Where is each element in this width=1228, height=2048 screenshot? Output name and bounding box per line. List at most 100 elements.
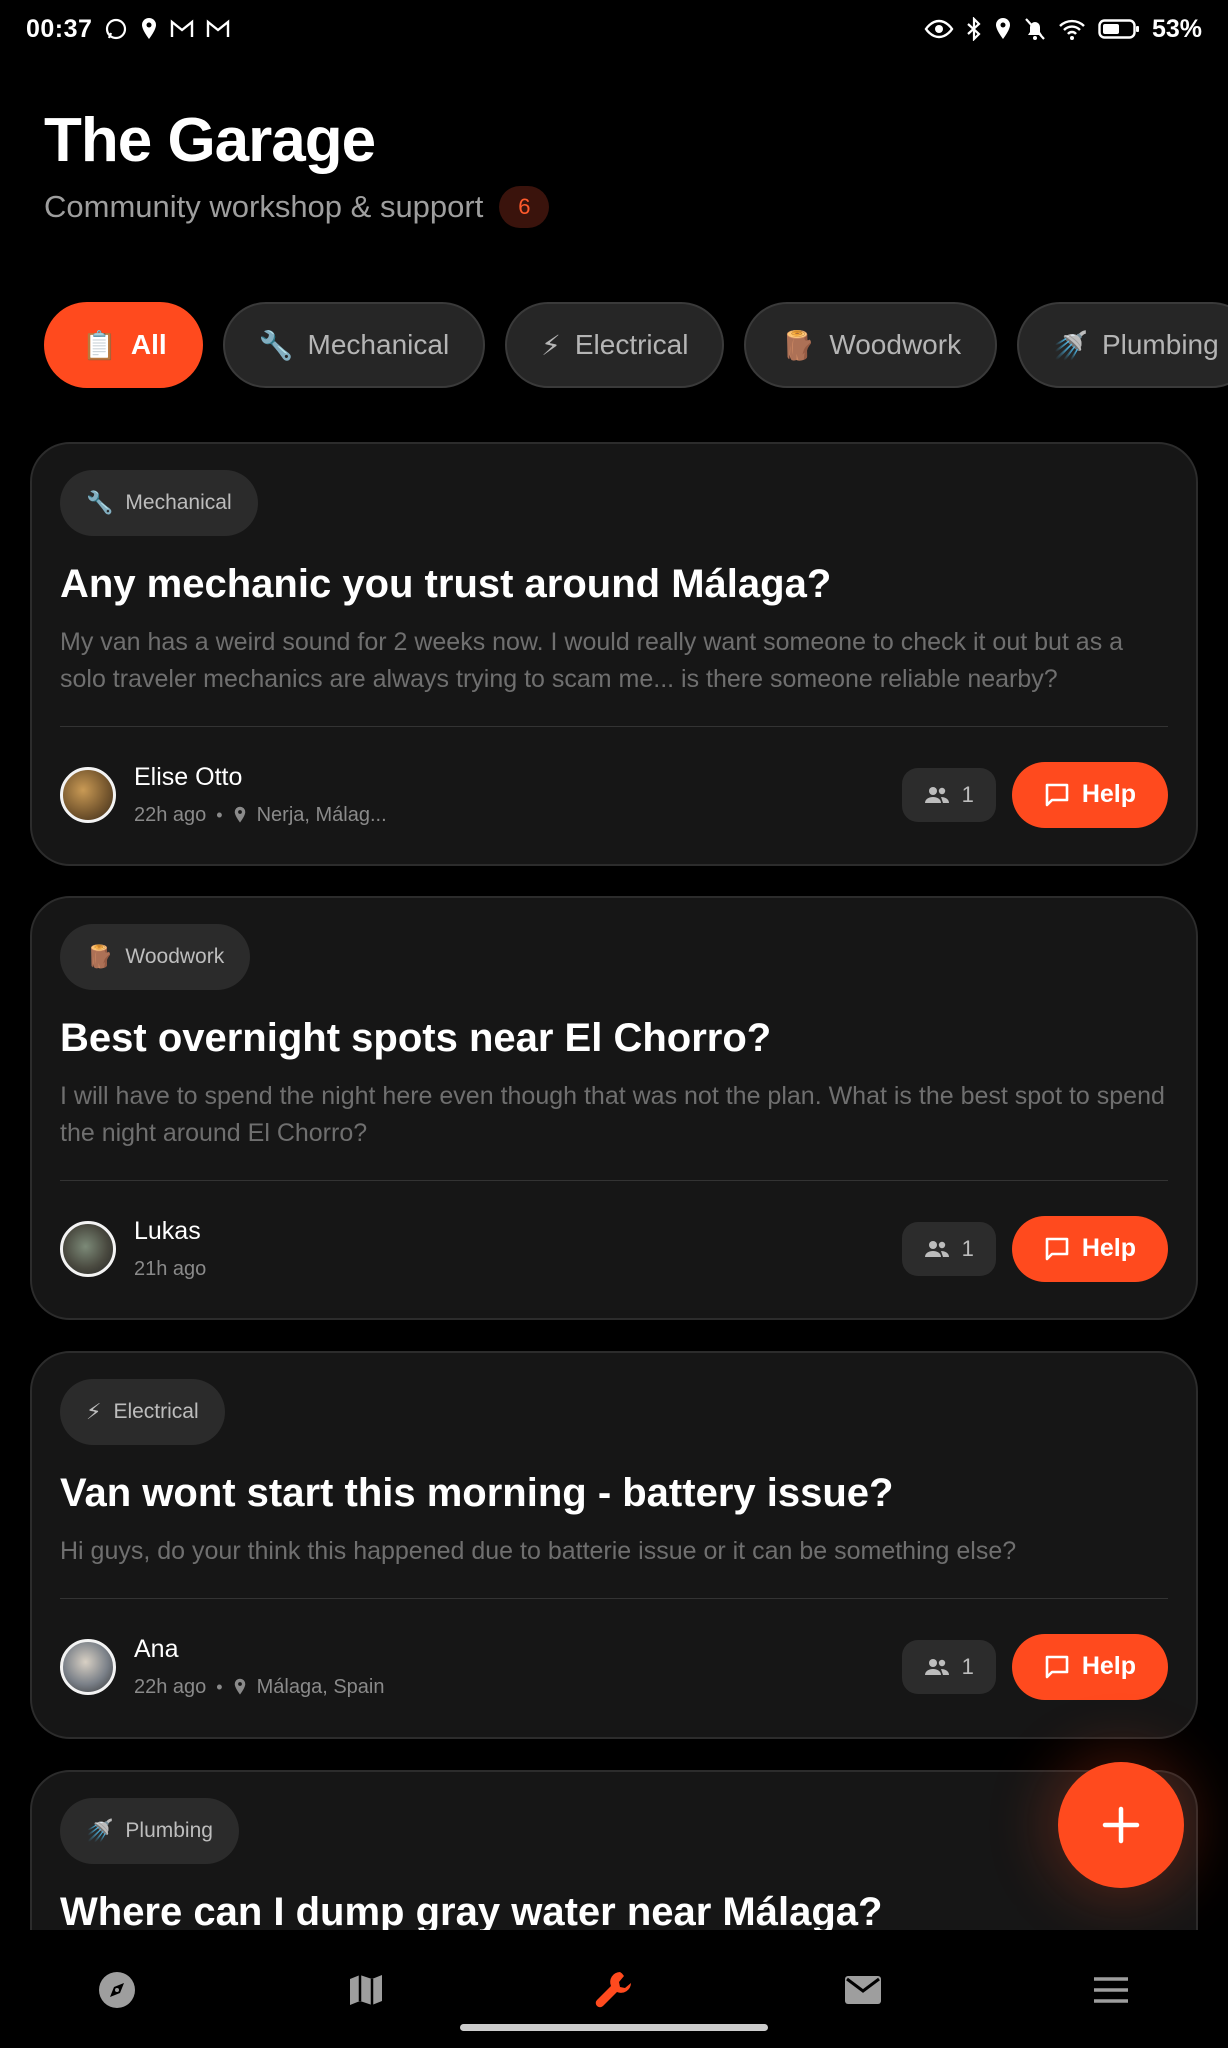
shower-icon: 🚿 bbox=[1053, 329, 1088, 361]
chat-icon bbox=[1045, 783, 1069, 806]
shower-icon: 🚿 bbox=[86, 1818, 114, 1843]
nav-explore[interactable] bbox=[93, 1966, 141, 2014]
location-pin-icon bbox=[234, 806, 245, 823]
filter-chip-electrical[interactable]: ⚡ Electrical bbox=[505, 302, 725, 388]
meta-separator: • bbox=[216, 1676, 223, 1697]
filter-chip-all[interactable]: 📋 All bbox=[44, 302, 203, 388]
location-pin-icon bbox=[234, 1678, 245, 1695]
filter-chip-label: Mechanical bbox=[307, 329, 450, 360]
helpers-count: 1 bbox=[901, 1639, 996, 1694]
compass-icon bbox=[99, 1972, 135, 2008]
author-name: Lukas bbox=[134, 1216, 201, 1245]
nav-menu[interactable] bbox=[1087, 1966, 1135, 2014]
post-author[interactable]: Lukas 21h ago bbox=[60, 1217, 206, 1281]
bluetooth-icon bbox=[967, 17, 981, 41]
mail-icon bbox=[845, 1976, 881, 2004]
people-icon bbox=[924, 786, 949, 803]
post-location: Nerja, Málag... bbox=[256, 803, 387, 826]
category-tag: 🚿 Plumbing bbox=[60, 1798, 239, 1864]
chat-icon bbox=[1045, 1655, 1069, 1678]
category-tag: 🔧 Mechanical bbox=[60, 470, 258, 536]
helpers-count: 1 bbox=[901, 767, 996, 822]
lightning-icon: ⚡ bbox=[541, 329, 561, 361]
category-tag-label: Woodwork bbox=[125, 945, 225, 968]
new-post-button[interactable] bbox=[1058, 1762, 1184, 1888]
category-filters: 📋 All 🔧 Mechanical ⚡ Electrical 🪵 Woodwo… bbox=[44, 302, 1228, 388]
lightning-icon: ⚡ bbox=[86, 1399, 102, 1424]
filter-chip-woodwork[interactable]: 🪵 Woodwork bbox=[744, 302, 998, 388]
author-name: Elise Otto bbox=[134, 762, 243, 791]
plus-icon bbox=[1102, 1806, 1140, 1844]
filter-chip-label: Electrical bbox=[574, 329, 689, 360]
status-time: 00:37 bbox=[26, 14, 93, 43]
menu-icon bbox=[1094, 1977, 1128, 2003]
people-icon bbox=[924, 1240, 949, 1257]
avatar[interactable] bbox=[60, 1220, 116, 1277]
nav-messages[interactable] bbox=[839, 1966, 887, 2014]
post-author[interactable]: Elise Otto 22h ago • Nerja, Málag... bbox=[60, 763, 387, 827]
location-icon bbox=[142, 18, 157, 39]
eye-icon bbox=[924, 19, 954, 39]
help-button[interactable]: Help bbox=[1011, 1215, 1168, 1282]
status-bar: 00:37 53% bbox=[0, 0, 1228, 58]
gmail-icon bbox=[171, 19, 194, 37]
bell-off-icon bbox=[1025, 18, 1045, 40]
helpers-count-value: 1 bbox=[961, 781, 974, 807]
wrench-icon: 🔧 bbox=[86, 490, 114, 515]
nav-garage[interactable] bbox=[590, 1966, 638, 2014]
people-icon bbox=[924, 1658, 949, 1675]
category-tag-label: Electrical bbox=[113, 1400, 199, 1423]
avatar[interactable] bbox=[60, 766, 116, 823]
page-title: The Garage bbox=[44, 106, 376, 175]
author-name: Ana bbox=[134, 1634, 179, 1663]
nav-map[interactable] bbox=[342, 1966, 390, 2014]
page-subtitle: Community workshop & support bbox=[44, 189, 484, 224]
helpers-count-value: 1 bbox=[961, 1235, 974, 1261]
map-icon bbox=[350, 1975, 382, 2005]
post-count-badge: 6 bbox=[499, 186, 550, 228]
clipboard-icon: 📋 bbox=[82, 329, 117, 361]
post-card[interactable]: ⚡ Electrical Van wont start this morning… bbox=[30, 1351, 1198, 1739]
post-time: 22h ago bbox=[134, 803, 207, 826]
post-time: 21h ago bbox=[134, 1257, 207, 1280]
post-card[interactable]: 🔧 Mechanical Any mechanic you trust arou… bbox=[30, 442, 1198, 866]
helpers-count-value: 1 bbox=[961, 1653, 974, 1679]
category-tag: 🪵 Woodwork bbox=[60, 924, 251, 990]
wrench-icon: 🔧 bbox=[258, 329, 294, 361]
gmail-icon bbox=[207, 19, 230, 37]
filter-chip-mechanical[interactable]: 🔧 Mechanical bbox=[222, 302, 486, 388]
location-icon bbox=[995, 18, 1010, 39]
wrench-icon bbox=[595, 1972, 631, 2008]
wood-icon: 🪵 bbox=[780, 329, 816, 361]
post-title: Any mechanic you trust around Málaga? bbox=[60, 562, 832, 606]
home-indicator[interactable] bbox=[460, 2024, 768, 2031]
post-body: My van has a weird sound for 2 weeks now… bbox=[60, 628, 1124, 693]
help-button-label: Help bbox=[1081, 1652, 1136, 1680]
avatar[interactable] bbox=[60, 1638, 116, 1695]
help-button-label: Help bbox=[1081, 1234, 1136, 1262]
post-author[interactable]: Ana 22h ago • Málaga, Spain bbox=[60, 1635, 384, 1699]
post-time: 22h ago bbox=[134, 1675, 207, 1698]
battery-icon bbox=[1098, 19, 1139, 39]
category-tag-label: Plumbing bbox=[125, 1819, 213, 1842]
post-title: Best overnight spots near El Chorro? bbox=[60, 1016, 772, 1060]
whatsapp-icon bbox=[106, 18, 127, 40]
help-button[interactable]: Help bbox=[1011, 1633, 1168, 1700]
chat-icon bbox=[1045, 1237, 1069, 1260]
battery-percent: 53% bbox=[1151, 14, 1202, 43]
filter-chip-plumbing[interactable]: 🚿 Plumbing bbox=[1017, 302, 1228, 388]
filter-chip-label: Plumbing bbox=[1101, 329, 1219, 360]
post-body: Hi guys, do your think this happened due… bbox=[60, 1537, 1017, 1565]
category-tag-label: Mechanical bbox=[125, 491, 232, 514]
category-tag: ⚡ Electrical bbox=[60, 1379, 225, 1445]
help-button[interactable]: Help bbox=[1011, 761, 1168, 828]
filter-chip-label: All bbox=[130, 329, 167, 360]
post-title: Van wont start this morning - battery is… bbox=[60, 1471, 894, 1515]
post-card[interactable]: 🪵 Woodwork Best overnight spots near El … bbox=[30, 896, 1198, 1320]
wifi-icon bbox=[1059, 19, 1085, 40]
page-header: The Garage Community workshop & support … bbox=[44, 100, 550, 228]
post-body: I will have to spend the night here even… bbox=[60, 1082, 1165, 1147]
meta-separator: • bbox=[216, 804, 223, 825]
wood-icon: 🪵 bbox=[86, 944, 114, 969]
filter-chip-label: Woodwork bbox=[829, 329, 962, 360]
